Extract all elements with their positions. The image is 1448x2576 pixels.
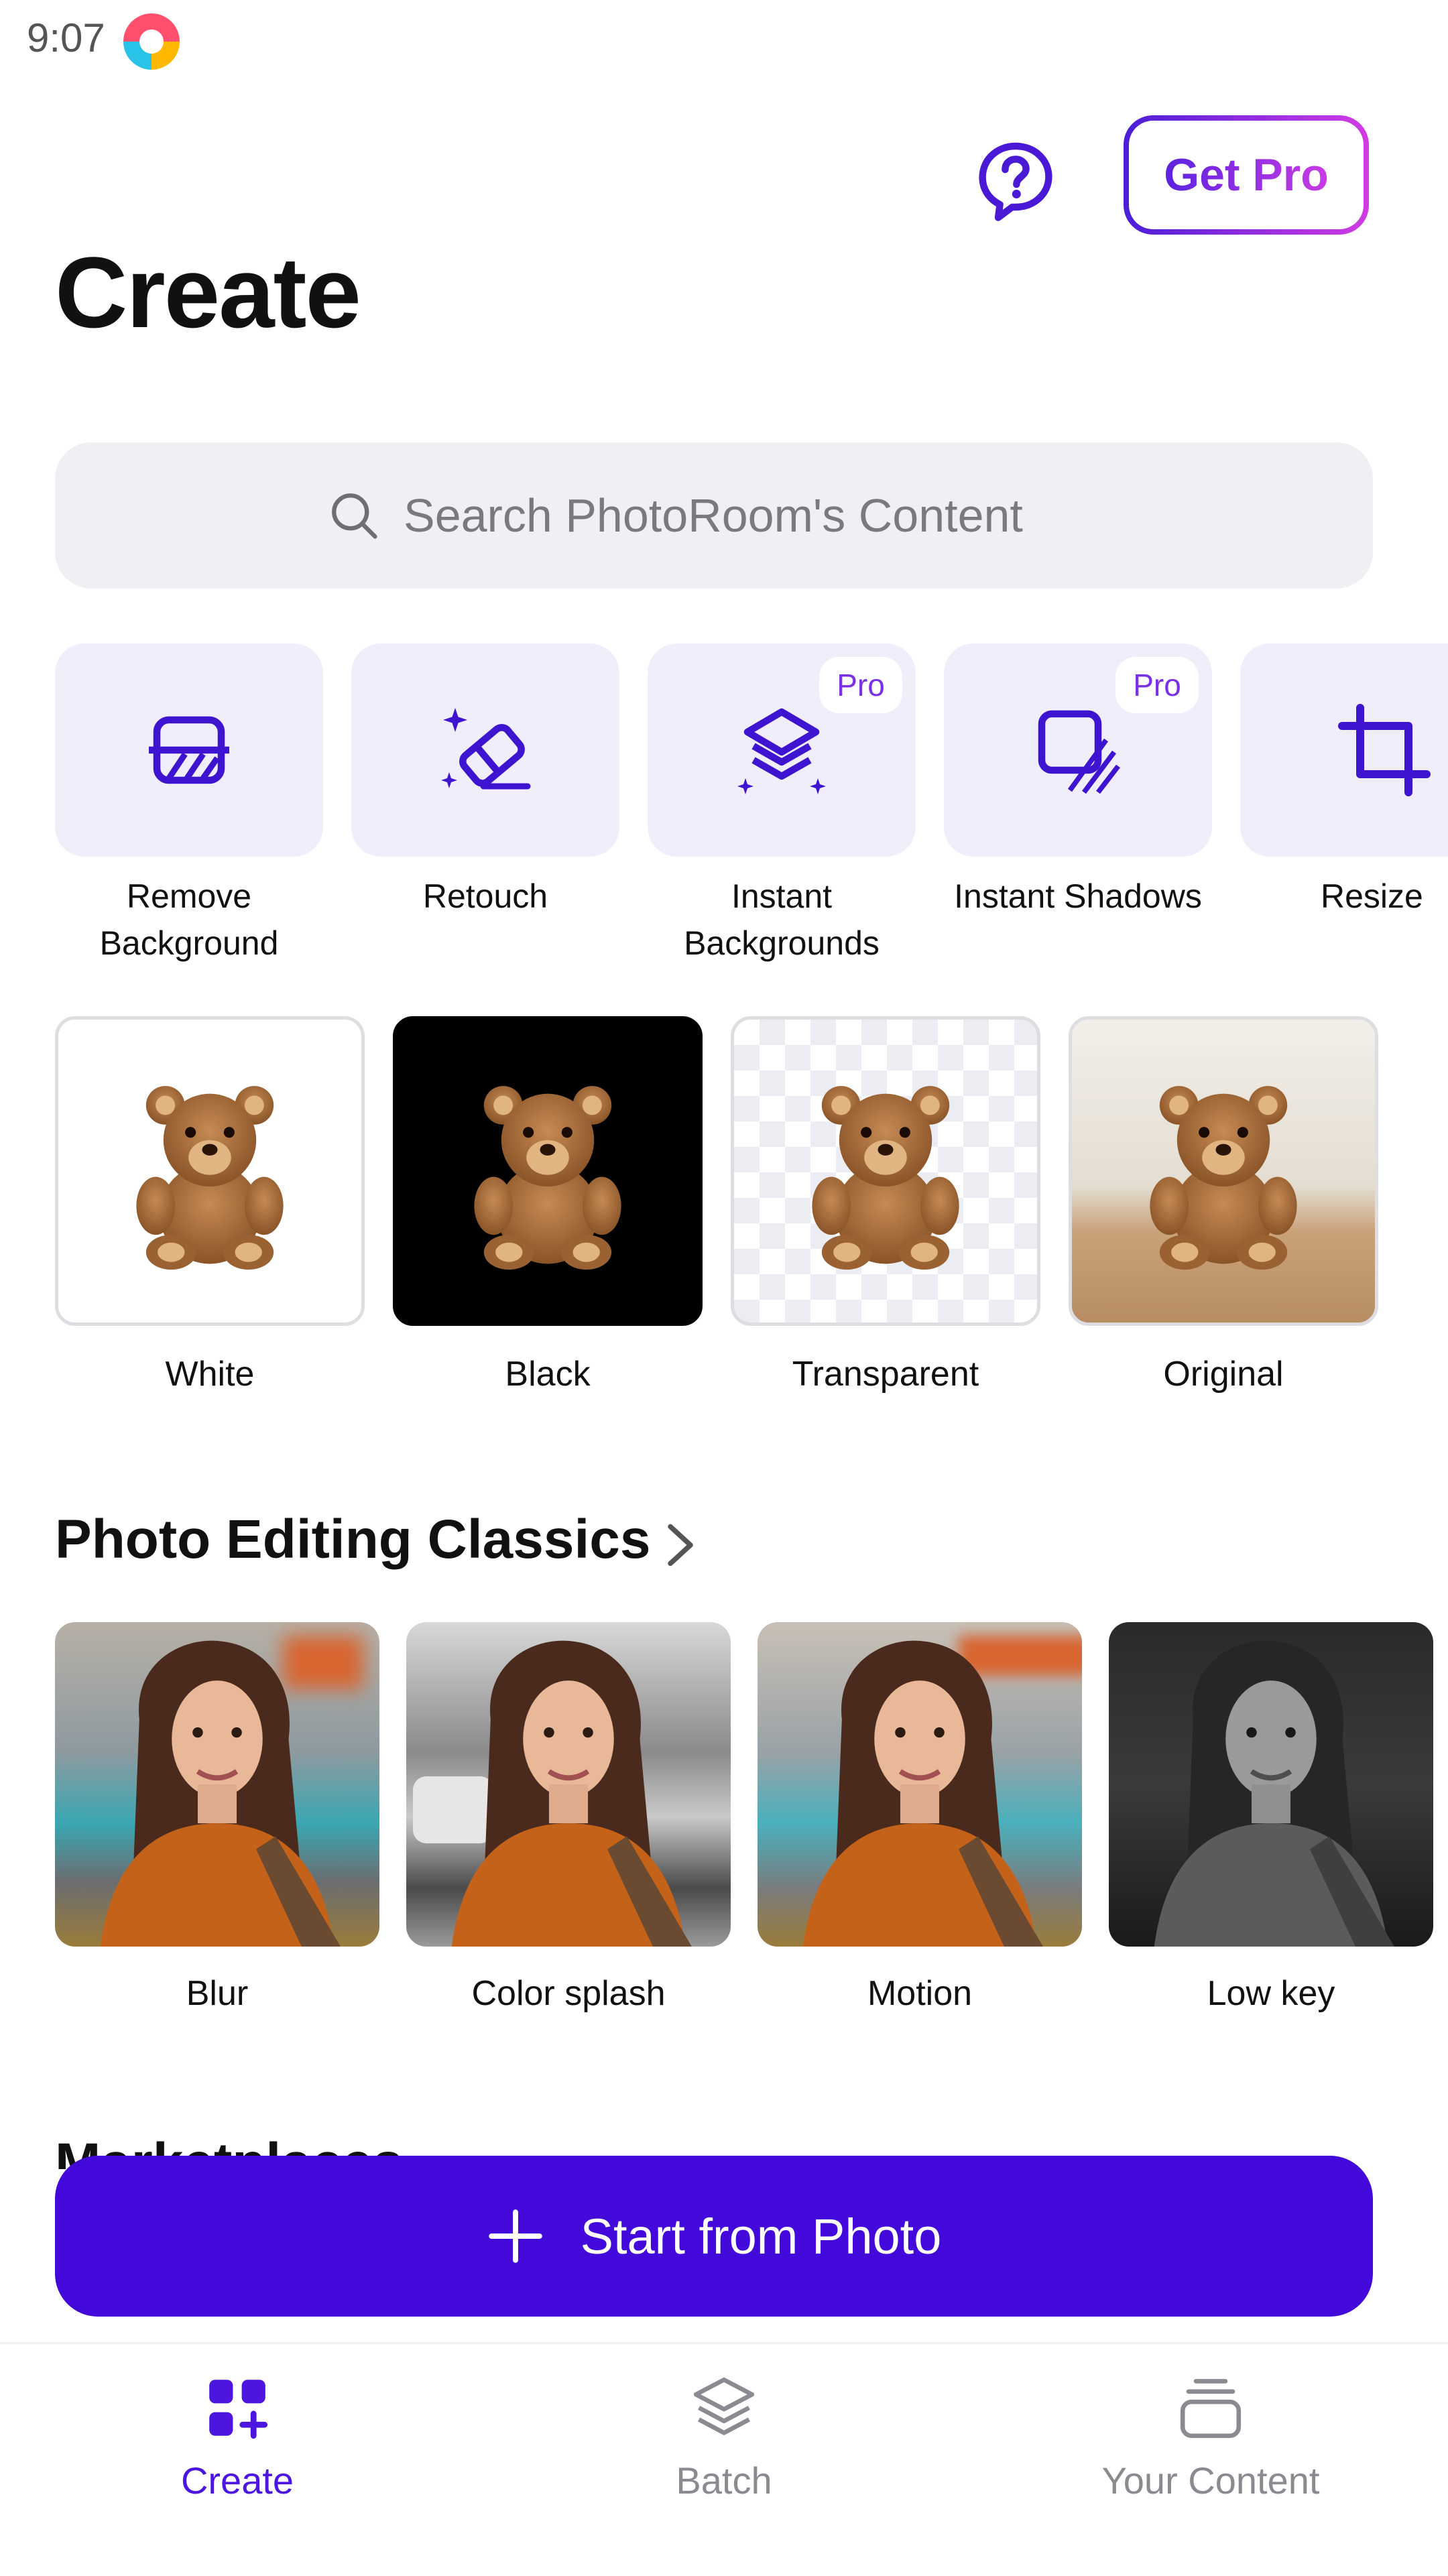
search-icon <box>332 493 377 539</box>
background-option-original[interactable]: Original <box>1069 1016 1378 1394</box>
classic-label: Low key <box>1207 1974 1335 2013</box>
background-label: Black <box>505 1355 591 1394</box>
nav-create[interactable]: Create <box>70 2371 405 2502</box>
get-pro-label: Get Pro <box>1164 149 1329 200</box>
classic-color-splash[interactable]: Color splash <box>406 1622 731 2014</box>
teddy-white-thumbnail[interactable] <box>55 1016 365 1326</box>
start-from-photo-button[interactable]: Start from Photo <box>55 2156 1373 2317</box>
pro-badge: Pro <box>1115 657 1199 713</box>
classic-motion[interactable]: Motion <box>758 1622 1082 2014</box>
layers-sparkle-icon <box>737 708 826 794</box>
teddy-black-thumbnail[interactable] <box>393 1016 703 1326</box>
tool-label: Retouch <box>422 877 548 915</box>
classic-label: Blur <box>186 1974 249 2013</box>
search-bar[interactable] <box>55 442 1373 589</box>
start-from-photo-label: Start from Photo <box>580 2208 942 2264</box>
tool-instant-backgrounds[interactable]: Pro Instant Backgrounds <box>648 643 916 967</box>
tool-instant-shadows[interactable]: Pro Instant Shadows <box>944 643 1212 920</box>
tool-card[interactable] <box>1240 643 1448 857</box>
nav-label: Your Content <box>1101 2459 1320 2502</box>
app-notification-icon <box>123 13 180 70</box>
bottom-navigation: Create Batch Your Content <box>0 2342 1448 2576</box>
nav-batch[interactable]: Batch <box>556 2371 892 2502</box>
stack-icon <box>1180 2379 1242 2439</box>
background-label: Original <box>1163 1355 1284 1394</box>
plus-icon <box>488 2209 542 2263</box>
color-splash-thumbnail[interactable] <box>406 1622 731 1947</box>
background-option-transparent[interactable]: Transparent <box>731 1016 1040 1394</box>
help-icon[interactable] <box>972 137 1059 225</box>
low-key-thumbnail[interactable] <box>1109 1622 1433 1947</box>
classic-label: Color splash <box>471 1974 666 2013</box>
background-label: White <box>165 1355 255 1394</box>
eraser-sparkle-icon <box>441 708 531 790</box>
get-pro-button[interactable]: Get Pro <box>1124 115 1369 235</box>
chevron-right-icon[interactable] <box>664 1522 697 1569</box>
remove-background-icon <box>149 716 229 784</box>
tool-resize[interactable]: Resize <box>1240 643 1448 920</box>
tool-card[interactable]: Pro <box>648 643 916 857</box>
classic-low-key[interactable]: Low key <box>1109 1622 1433 2014</box>
teddy-original-thumbnail[interactable] <box>1069 1016 1378 1326</box>
background-label: Transparent <box>792 1355 979 1394</box>
create-grid-plus-icon <box>209 2380 268 2439</box>
tool-card[interactable]: Pro <box>944 643 1212 857</box>
crop-icon <box>1338 704 1431 796</box>
search-input[interactable] <box>402 488 1102 543</box>
tool-label: Resize <box>1321 877 1423 915</box>
background-option-black[interactable]: Black <box>393 1016 703 1394</box>
classic-label: Motion <box>867 1974 973 2013</box>
teddy-transparent-thumbnail[interactable] <box>731 1016 1040 1326</box>
tool-label: Instant Backgrounds <box>684 877 880 962</box>
tool-retouch[interactable]: Retouch <box>351 643 619 920</box>
motion-thumbnail[interactable] <box>758 1622 1082 1947</box>
classic-blur[interactable]: Blur <box>55 1622 379 2014</box>
tool-remove-background[interactable]: Remove Background <box>55 643 323 967</box>
layers-icon <box>693 2377 755 2435</box>
status-time: 9:07 <box>27 15 105 60</box>
tool-card[interactable] <box>55 643 323 857</box>
pro-badge: Pro <box>819 657 902 713</box>
section-title-photo-editing-classics[interactable]: Photo Editing Classics <box>55 1508 650 1571</box>
background-option-white[interactable]: White <box>55 1016 365 1394</box>
page-title: Create <box>55 236 361 349</box>
blur-thumbnail[interactable] <box>55 1622 379 1947</box>
nav-your-content[interactable]: Your Content <box>1043 2371 1378 2502</box>
tool-label: Remove Background <box>99 877 279 962</box>
tool-label: Instant Shadows <box>954 877 1202 915</box>
nav-label: Create <box>180 2459 294 2502</box>
shadow-square-icon <box>1038 710 1120 794</box>
nav-label: Batch <box>676 2459 772 2502</box>
tool-card[interactable] <box>351 643 619 857</box>
